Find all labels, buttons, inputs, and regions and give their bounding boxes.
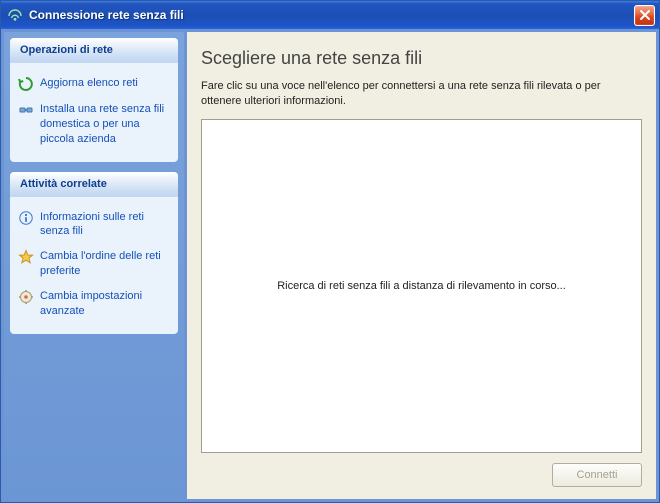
refresh-icon	[18, 76, 34, 92]
sidebar-item-advanced[interactable]: Cambia impostazioni avanzate	[16, 284, 172, 324]
settings-icon	[18, 289, 34, 305]
wireless-icon	[7, 7, 23, 23]
title-bar[interactable]: Connessione rete senza fili	[1, 1, 659, 29]
star-icon	[18, 249, 34, 265]
window-title: Connessione rete senza fili	[29, 8, 634, 22]
info-icon	[18, 210, 34, 226]
sidebar-item-label: Aggiorna elenco reti	[40, 76, 170, 91]
panel-header-network-tasks: Operazioni di rete	[10, 38, 178, 63]
sidebar-item-refresh[interactable]: Aggiorna elenco reti	[16, 71, 172, 97]
page-title: Scegliere una rete senza fili	[201, 48, 642, 69]
panel-network-tasks: Operazioni di rete Aggiorna elenco reti …	[10, 38, 178, 162]
sidebar: Operazioni di rete Aggiorna elenco reti …	[4, 32, 184, 499]
sidebar-item-label: Cambia l'ordine delle reti preferite	[40, 249, 170, 279]
main-content: Scegliere una rete senza fili Fare clic …	[187, 32, 656, 499]
panel-body: Informazioni sulle reti senza fili Cambi…	[10, 197, 178, 334]
setup-icon	[18, 102, 34, 118]
panel-header-related-tasks: Attività correlate	[10, 172, 178, 197]
search-status: Ricerca di reti senza fili a distanza di…	[277, 280, 566, 292]
connect-button[interactable]: Connetti	[552, 463, 642, 487]
sidebar-item-order[interactable]: Cambia l'ordine delle reti preferite	[16, 244, 172, 284]
page-subtext: Fare clic su una voce nell'elenco per co…	[201, 79, 642, 109]
window-body: Operazioni di rete Aggiorna elenco reti …	[1, 29, 659, 502]
sidebar-item-info[interactable]: Informazioni sulle reti senza fili	[16, 205, 172, 245]
close-button[interactable]	[634, 5, 655, 26]
sidebar-item-label: Installa una rete senza fili domestica o…	[40, 102, 170, 147]
panel-body: Aggiorna elenco reti Installa una rete s…	[10, 63, 178, 162]
sidebar-item-label: Informazioni sulle reti senza fili	[40, 210, 170, 240]
sidebar-item-setup[interactable]: Installa una rete senza fili domestica o…	[16, 97, 172, 152]
panel-related-tasks: Attività correlate Informazioni sulle re…	[10, 172, 178, 334]
close-icon	[639, 9, 651, 21]
network-list[interactable]: Ricerca di reti senza fili a distanza di…	[201, 119, 642, 453]
dialog-window: Connessione rete senza fili Operazioni d…	[0, 0, 660, 503]
button-row: Connetti	[201, 453, 642, 487]
sidebar-item-label: Cambia impostazioni avanzate	[40, 289, 170, 319]
